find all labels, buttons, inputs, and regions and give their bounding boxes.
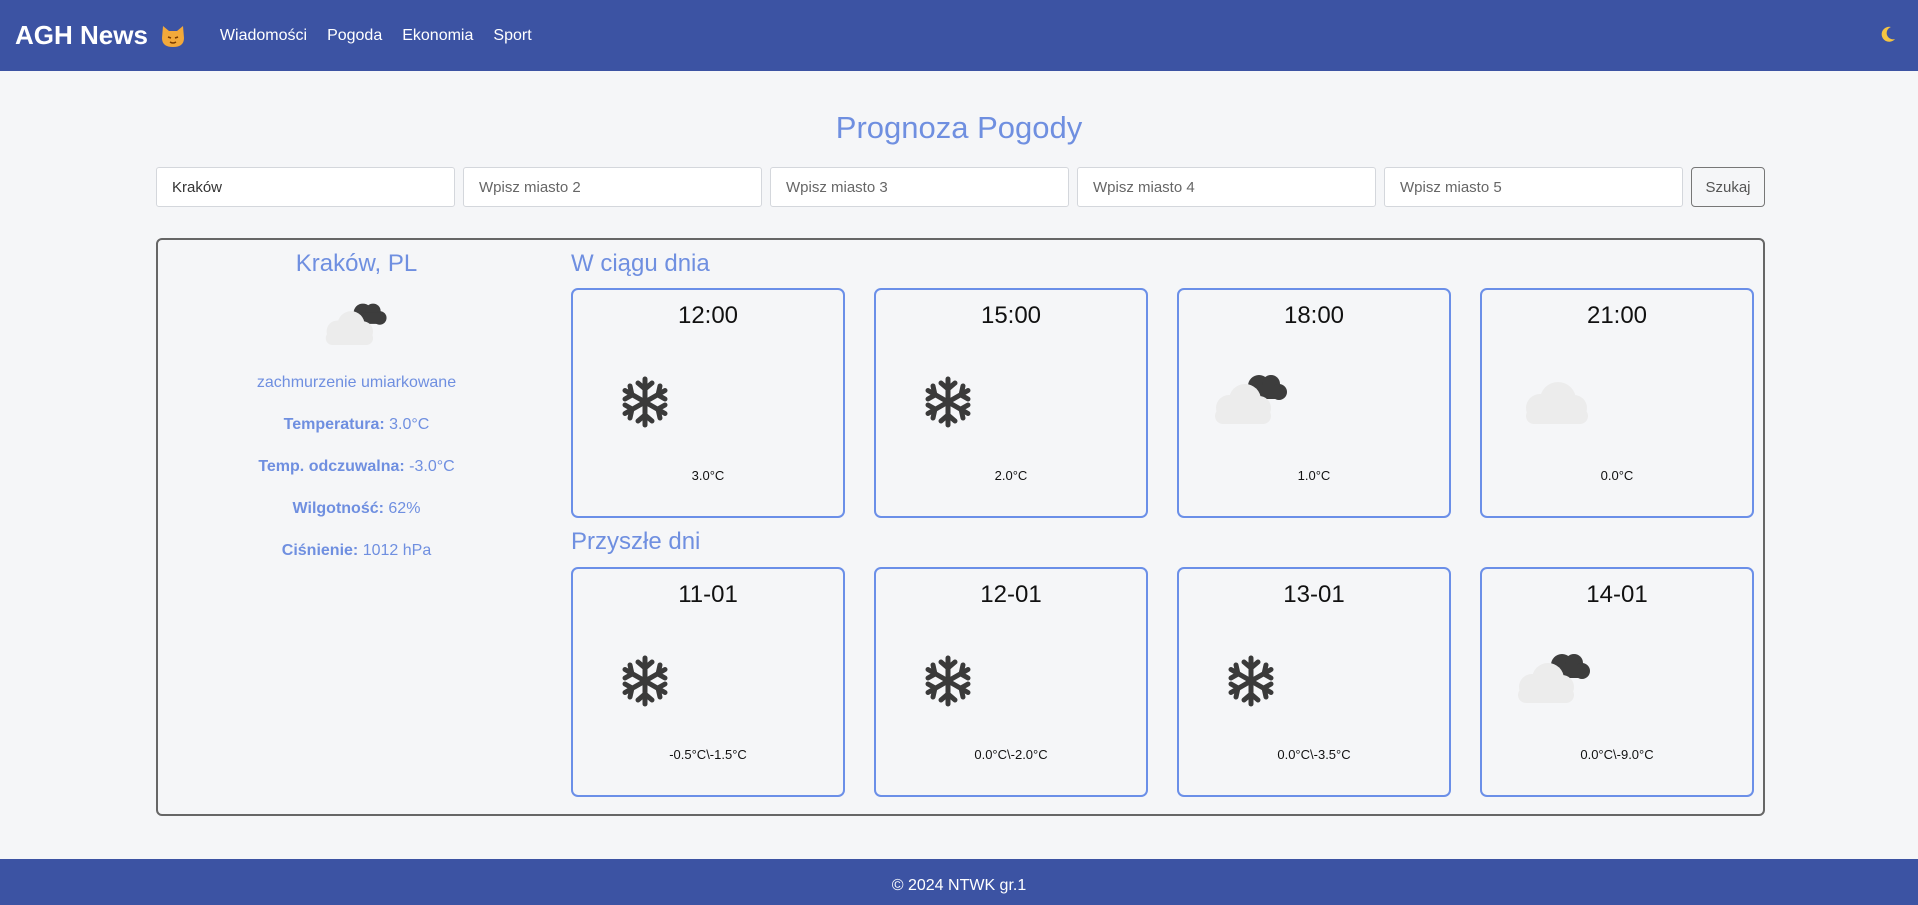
brand-logo[interactable]: AGH News: [15, 20, 186, 51]
broken-clouds-icon: [319, 298, 395, 348]
daily-cards: 11-01 -0.5°C\-1.5°C 12-01 0.0°C\-2.0°C 1…: [571, 567, 1754, 797]
hourly-temp: 2.0°C: [994, 468, 1028, 483]
hourly-time: 18:00: [1283, 302, 1345, 329]
cloud-icon: [1516, 376, 1596, 426]
snowflake-icon: [619, 376, 671, 428]
hourly-card: 15:00 2.0°C: [874, 288, 1148, 518]
humidity-stat: Wilgotność: 62%: [158, 500, 555, 518]
hourly-time: 12:00: [677, 302, 739, 329]
hourly-temp: 0.0°C: [1600, 468, 1634, 483]
daily-temp: 0.0°C\-3.5°C: [1277, 747, 1351, 762]
feels-like-value: -3.0°C: [409, 458, 455, 475]
hourly-time: 15:00: [980, 302, 1042, 329]
daily-date: 11-01: [678, 581, 738, 608]
broken-clouds-icon: [1207, 370, 1297, 426]
nav-links: Wiadomości Pogoda Ekonomia Sport: [220, 27, 552, 45]
hourly-time: 21:00: [1586, 302, 1648, 329]
moon-icon[interactable]: [1878, 24, 1898, 44]
page-title: Prognoza Pogody: [835, 110, 1083, 145]
hourly-card: 21:00 0.0°C: [1480, 288, 1754, 518]
current-city: Kraków, PL: [295, 250, 418, 277]
hourly-cards: 12:00 3.0°C 15:00 2.0°C 18:00 1.0°C 21:0…: [571, 288, 1754, 518]
brand-title: AGH News: [15, 20, 148, 50]
hourly-temp: 3.0°C: [691, 468, 725, 483]
hourly-section-title: W ciągu dnia: [571, 250, 710, 277]
snowflake-icon: [619, 655, 671, 707]
city-input-5[interactable]: [1384, 167, 1683, 207]
city-input-3[interactable]: [770, 167, 1069, 207]
humidity-label: Wilgotność:: [292, 500, 384, 517]
broken-clouds-icon: [1510, 649, 1600, 705]
search-row: Szukaj: [156, 167, 1766, 207]
daily-section-title: Przyszłe dni: [571, 528, 701, 555]
nav-link-ekonomia[interactable]: Ekonomia: [402, 27, 473, 45]
cat-face-icon: [160, 24, 186, 48]
feels-like-label: Temp. odczuwalna:: [258, 458, 405, 475]
daily-date: 14-01: [1586, 581, 1648, 608]
city-input-1[interactable]: [156, 167, 455, 207]
daily-date: 12-01: [980, 581, 1042, 608]
daily-card: 11-01 -0.5°C\-1.5°C: [571, 567, 845, 797]
snowflake-icon: [922, 376, 974, 428]
feels-like-stat: Temp. odczuwalna: -3.0°C: [158, 458, 555, 476]
snowflake-icon: [1225, 655, 1277, 707]
hourly-card: 18:00 1.0°C: [1177, 288, 1451, 518]
hourly-temp: 1.0°C: [1297, 468, 1331, 483]
nav-link-pogoda[interactable]: Pogoda: [327, 27, 382, 45]
nav-link-sport[interactable]: Sport: [493, 27, 531, 45]
temperature-label: Temperatura:: [283, 416, 385, 433]
nav-link-wiadomosci[interactable]: Wiadomości: [220, 27, 307, 45]
daily-temp: -0.5°C\-1.5°C: [669, 747, 747, 762]
temperature-stat: Temperatura: 3.0°C: [158, 416, 555, 434]
pressure-label: Ciśnienie:: [281, 542, 359, 559]
daily-card: 13-01 0.0°C\-3.5°C: [1177, 567, 1451, 797]
humidity-value: 62%: [388, 500, 421, 517]
search-button[interactable]: Szukaj: [1691, 167, 1765, 207]
daily-temp: 0.0°C\-2.0°C: [974, 747, 1048, 762]
city-input-2[interactable]: [463, 167, 762, 207]
snowflake-icon: [922, 655, 974, 707]
navbar: AGH News Wiadomości Pogoda Ekonomia Spor…: [0, 0, 1918, 71]
temperature-value: 3.0°C: [389, 416, 430, 433]
pressure-value: 1012 hPa: [362, 542, 432, 559]
pressure-stat: Ciśnienie: 1012 hPa: [158, 542, 555, 560]
footer-copyright: © 2024 NTWK gr.1: [891, 877, 1027, 894]
current-weather: Kraków, PL zachmurzenie umiarkowane Temp…: [158, 240, 555, 560]
daily-card: 12-01 0.0°C\-2.0°C: [874, 567, 1148, 797]
daily-temp: 0.0°C\-9.0°C: [1580, 747, 1654, 762]
footer: © 2024 NTWK gr.1: [0, 859, 1918, 905]
daily-date: 13-01: [1283, 581, 1345, 608]
weather-panel: Kraków, PL zachmurzenie umiarkowane Temp…: [156, 238, 1765, 816]
city-input-4[interactable]: [1077, 167, 1376, 207]
daily-card: 14-01 0.0°C\-9.0°C: [1480, 567, 1754, 797]
current-description: zachmurzenie umiarkowane: [256, 374, 457, 391]
hourly-card: 12:00 3.0°C: [571, 288, 845, 518]
